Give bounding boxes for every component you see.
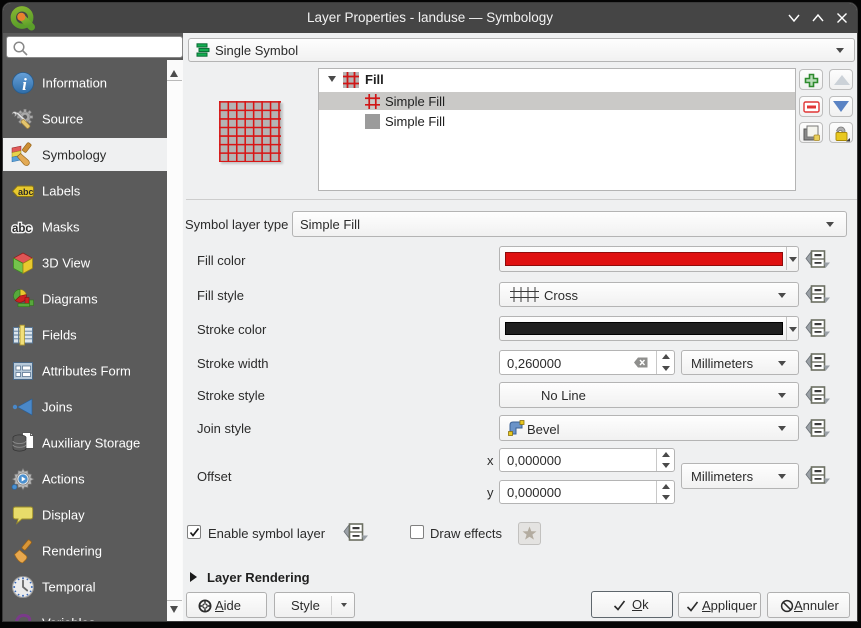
svg-text:abc: abc	[18, 187, 34, 197]
svg-text:i: i	[22, 75, 27, 94]
svg-text:abc: abc	[12, 223, 32, 235]
